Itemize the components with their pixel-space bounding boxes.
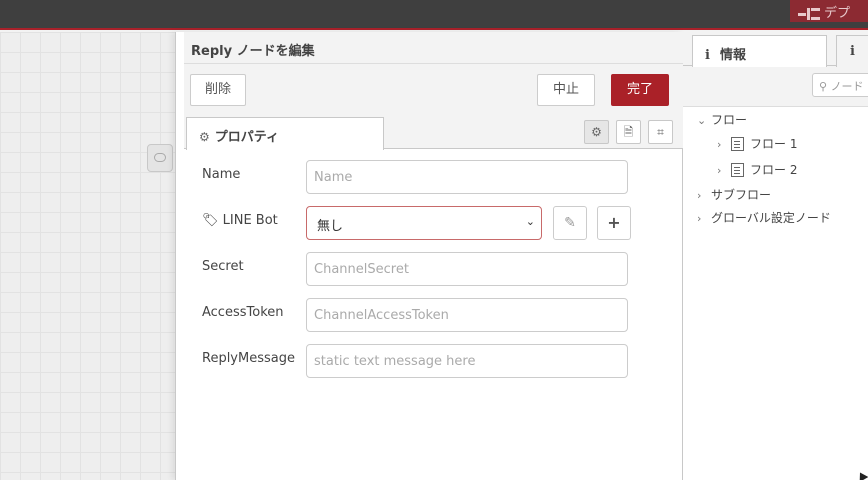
search-icon: ⚲ (819, 80, 828, 93)
sidebar-tree: ⌄ フロー › フロー 1 › フロー 2 › サブフロー › グローバル設定ノード (683, 106, 868, 480)
tag-icon: 🏷 (202, 213, 219, 228)
chevron-right-icon: › (697, 189, 702, 202)
tray-header: Reply ノードを編集 (184, 32, 684, 64)
sidebar-search-area: ⚲ ノード (683, 66, 868, 106)
tab-help[interactable]: i (836, 35, 868, 67)
secret-input[interactable]: ChannelSecret (306, 252, 628, 286)
message-row: ReplyMessage static text message here (176, 344, 684, 378)
flow-icon (731, 136, 744, 151)
tab-info-label: 情報 (719, 48, 746, 63)
secret-row: Secret ChannelSecret (176, 252, 684, 286)
message-input[interactable]: static text message here (306, 344, 628, 378)
tab-properties-label: プロパティ (214, 130, 279, 145)
tree-flow2-label: フロー 2 (750, 163, 798, 177)
layout-icon: ⌗ (657, 125, 664, 139)
chevron-down-icon: ⌄ (697, 114, 707, 127)
linebot-row: 🏷 LINE Bot 無し ⌄ ✎ + (176, 206, 684, 240)
token-row: AccessToken ChannelAccessToken (176, 298, 684, 332)
tree-item-flow-1[interactable]: › フロー 1 (717, 135, 797, 152)
flow-workspace[interactable] (0, 32, 175, 480)
tree-item-global-config[interactable]: › グローバル設定ノード (697, 209, 831, 226)
gear-icon: ⚙ (591, 125, 602, 139)
tree-subflows-label: サブフロー (711, 188, 772, 202)
document-icon: 🗎 (623, 125, 634, 139)
name-label: Name (202, 167, 241, 182)
linebot-select[interactable]: 無し ⌄ (306, 206, 542, 240)
tab-properties[interactable]: ⚙ プロパティ (186, 117, 384, 150)
name-row: Name Name (176, 160, 684, 194)
done-button[interactable]: 完了 (611, 74, 669, 106)
edit-tray: Reply ノードを編集 削除 中止 完了 ⚙ プロパティ ⚙ 🗎 ⌗ Name … (175, 32, 684, 480)
top-header: デプ (0, 0, 868, 30)
deploy-label: デプ (824, 6, 851, 21)
name-input[interactable]: Name (306, 160, 628, 194)
delete-button[interactable]: 削除 (190, 74, 246, 106)
tray-title: Reply ノードを編集 (191, 44, 315, 59)
linebot-select-value: 無し (317, 219, 344, 234)
tab-info[interactable]: i 情報 (692, 35, 827, 67)
chevron-right-icon: › (697, 212, 702, 225)
chevron-right-icon: › (717, 164, 722, 177)
chevron-down-icon: ⌄ (525, 215, 535, 228)
tray-toolbar: 削除 中止 完了 (184, 64, 684, 112)
linebot-label-wrap: 🏷 LINE Bot (202, 213, 278, 228)
sidebar-tab-row: i 情報 i (683, 32, 868, 67)
edit-config-button[interactable]: ✎ (553, 206, 587, 240)
tree-flows-label: フロー (711, 113, 748, 127)
tray-tab-row: ⚙ プロパティ ⚙ 🗎 ⌗ (184, 112, 684, 150)
plus-icon: + (607, 213, 621, 232)
secret-label: Secret (202, 259, 244, 274)
tree-item-flow-2[interactable]: › フロー 2 (717, 161, 797, 178)
token-label: AccessToken (202, 305, 284, 320)
tab-appearance[interactable]: ⌗ (648, 120, 673, 144)
tab-description[interactable]: 🗎 (616, 120, 641, 144)
search-placeholder: ノード (830, 80, 864, 93)
sidebar-search-input[interactable]: ⚲ ノード (812, 73, 868, 97)
cancel-button[interactable]: 中止 (537, 74, 595, 106)
tree-item-flows[interactable]: ⌄ フロー (697, 111, 747, 128)
tree-flow1-label: フロー 1 (750, 137, 798, 151)
deploy-icon (798, 7, 820, 21)
deploy-button[interactable]: デプ (790, 0, 868, 22)
message-label: ReplyMessage (202, 351, 295, 366)
comment-node[interactable] (147, 144, 173, 172)
token-input[interactable]: ChannelAccessToken (306, 298, 628, 332)
add-config-button[interactable]: + (597, 206, 631, 240)
comment-icon (154, 153, 166, 162)
flow-icon (731, 162, 744, 177)
gear-icon: ⚙ (199, 130, 210, 144)
linebot-label: LINE Bot (222, 213, 278, 228)
chevron-right-icon: › (717, 138, 722, 151)
info-icon: i (850, 44, 855, 59)
tree-global-label: グローバル設定ノード (711, 211, 831, 225)
pencil-icon: ✎ (564, 215, 576, 231)
info-icon: i (705, 48, 710, 63)
info-sidebar: i 情報 i ⚲ ノード ⌄ フロー › フロー 1 › フロー 2 › サブフロー › グ… (683, 32, 868, 480)
tab-settings-gear[interactable]: ⚙ (584, 120, 609, 144)
tree-item-subflows[interactable]: › サブフロー (697, 186, 771, 203)
